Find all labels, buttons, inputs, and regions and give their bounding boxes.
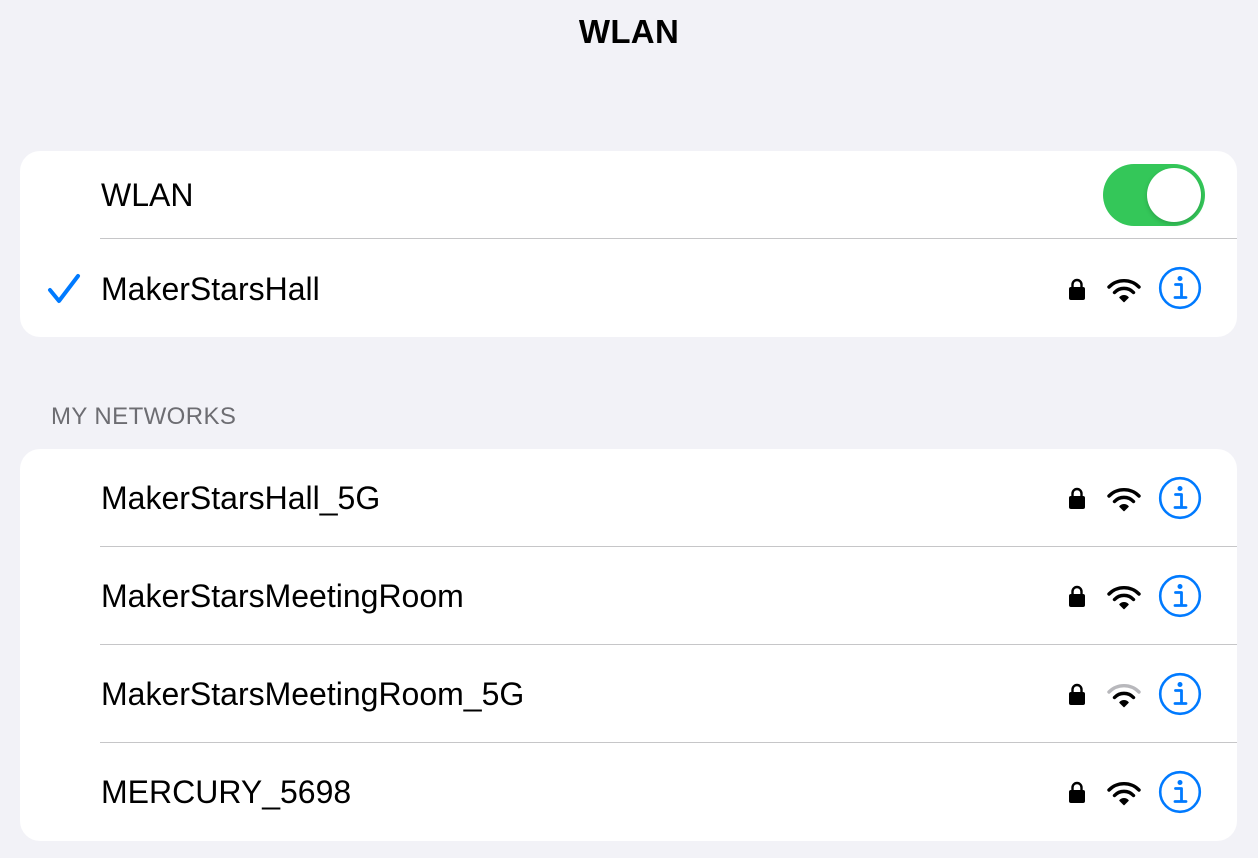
connected-network-row[interactable]: MakerStarsHall <box>20 239 1237 337</box>
wifi-icon <box>1107 488 1141 512</box>
network-name: MERCURY_5698 <box>101 774 352 810</box>
network-name: MakerStarsMeetingRoom_5G <box>101 676 525 712</box>
info-icon[interactable] <box>1158 476 1202 520</box>
info-icon[interactable] <box>1158 266 1202 310</box>
network-row-makerstarsmeetingroom-5g[interactable]: MakerStarsMeetingRoom_5G <box>20 645 1237 743</box>
wifi-icon <box>1107 782 1141 806</box>
lock-icon <box>1069 781 1085 803</box>
lock-icon <box>1069 487 1085 509</box>
info-icon[interactable] <box>1158 574 1202 618</box>
wifi-weak-icon <box>1107 684 1141 708</box>
wifi-icon <box>1107 586 1141 610</box>
connected-network-name: MakerStarsHall <box>101 271 320 307</box>
network-row-mercury-5698[interactable]: MERCURY_5698 <box>20 743 1237 841</box>
wlan-toggle-row: WLAN <box>20 151 1237 239</box>
my-networks-list: MakerStarsHall_5G MakerStarsMeetingRoom <box>20 449 1237 841</box>
network-name: MakerStarsHall_5G <box>101 480 381 516</box>
lock-icon <box>1069 585 1085 607</box>
wlan-toggle-switch[interactable] <box>1103 164 1205 226</box>
network-name: MakerStarsMeetingRoom <box>101 578 464 614</box>
network-row-makerstarsmeetingroom[interactable]: MakerStarsMeetingRoom <box>20 547 1237 645</box>
toggle-knob <box>1147 168 1201 222</box>
info-icon[interactable] <box>1158 672 1202 716</box>
my-networks-header: MY NETWORKS <box>51 403 237 430</box>
lock-icon <box>1069 683 1085 705</box>
wifi-icon <box>1107 279 1141 303</box>
lock-icon <box>1069 278 1085 300</box>
page-title: WLAN <box>578 13 680 50</box>
checkmark-icon <box>48 274 80 303</box>
info-icon[interactable] <box>1158 770 1202 814</box>
wlan-settings-group: WLAN MakerStarsHall <box>20 151 1237 337</box>
wlan-toggle-label: WLAN <box>101 177 194 213</box>
network-row-makerstarshall-5g[interactable]: MakerStarsHall_5G <box>20 449 1237 547</box>
